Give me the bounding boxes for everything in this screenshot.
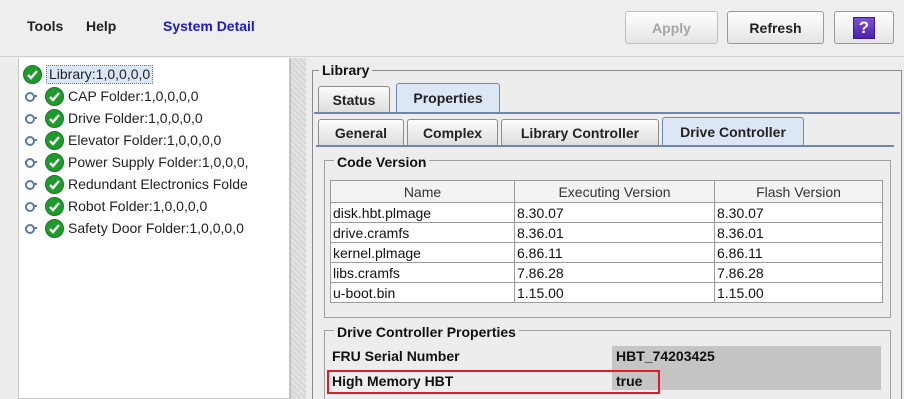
table-row[interactable]: drive.cramfs 8.36.01 8.36.01 <box>330 222 883 243</box>
table-cell: 8.36.01 <box>514 222 715 243</box>
app-window: Tools Help System Detail Apply Refresh ?… <box>0 0 904 399</box>
fru-serial-label: FRU Serial Number <box>332 348 460 364</box>
table-row[interactable]: kernel.plmage 6.86.11 6.86.11 <box>330 242 883 263</box>
tree-expand-handle-icon[interactable] <box>25 134 39 146</box>
table-cell: libs.cramfs <box>330 262 515 283</box>
tree-expand-handle-icon[interactable] <box>25 156 39 168</box>
table-cell: 1.15.00 <box>514 282 715 303</box>
split-pane-divider[interactable] <box>290 58 306 399</box>
tab-general[interactable]: General <box>318 119 404 145</box>
tree-expand-handle-icon[interactable] <box>25 178 39 190</box>
highlight-box <box>327 370 660 394</box>
table-cell: kernel.plmage <box>330 242 515 263</box>
tree-item[interactable]: Drive Folder:1,0,0,0,0 <box>25 108 203 128</box>
tree-root-label: Library:1,0,0,0,0 <box>46 64 154 84</box>
tab-status[interactable]: Status <box>318 86 390 112</box>
tree-item-label: Drive Folder:1,0,0,0,0 <box>68 110 203 126</box>
table-cell: 8.30.07 <box>714 202 883 223</box>
drive-controller-properties-title: Drive Controller Properties <box>334 324 519 340</box>
tab-library-controller[interactable]: Library Controller <box>501 119 659 145</box>
tab-drive-controller[interactable]: Drive Controller <box>662 117 804 146</box>
table-cell: 7.86.28 <box>514 262 715 283</box>
tree-expand-handle-icon[interactable] <box>25 112 39 124</box>
table-cell: disk.hbt.plmage <box>330 202 515 223</box>
tree-item-label: Power Supply Folder:1,0,0,0, <box>68 154 249 170</box>
column-header-executing-version[interactable]: Executing Version <box>514 180 715 203</box>
table-cell: 6.86.11 <box>514 242 715 263</box>
tree-item-label: CAP Folder:1,0,0,0,0 <box>68 88 199 104</box>
fru-serial-row: FRU Serial Number HBT_74203425 <box>330 346 882 366</box>
tab-complex[interactable]: Complex <box>407 119 498 145</box>
table-row[interactable]: u-boot.bin 1.15.00 1.15.00 <box>330 282 883 303</box>
library-group-title: Library <box>319 62 373 78</box>
code-version-title: Code Version <box>334 154 430 170</box>
tab-properties[interactable]: Properties <box>396 83 500 112</box>
refresh-button[interactable]: Refresh <box>727 11 824 44</box>
system-detail-title: System Detail <box>163 18 255 34</box>
tree-item[interactable]: Redundant Electronics Folde <box>25 174 248 194</box>
tree-item-label: Robot Folder:1,0,0,0,0 <box>68 198 208 214</box>
green-check-icon <box>45 174 64 194</box>
green-check-icon <box>45 130 64 150</box>
green-check-icon <box>45 218 64 238</box>
green-check-icon <box>23 64 42 84</box>
table-cell: 7.86.28 <box>714 262 883 283</box>
tree-item-label: Safety Door Folder:1,0,0,0,0 <box>68 220 244 236</box>
table-row[interactable]: libs.cramfs 7.86.28 7.86.28 <box>330 262 883 283</box>
menu-help[interactable]: Help <box>86 18 116 34</box>
code-version-table: Name Executing Version Flash Version dis… <box>330 180 883 303</box>
top-toolbar: Tools Help System Detail Apply Refresh ? <box>0 0 904 57</box>
table-cell: 6.86.11 <box>714 242 883 263</box>
tree-expand-handle-icon[interactable] <box>25 222 39 234</box>
tree-item-label: Redundant Electronics Folde <box>68 176 248 192</box>
column-header-name[interactable]: Name <box>330 180 515 203</box>
tree-root-library[interactable]: Library:1,0,0,0,0 <box>23 64 154 84</box>
tab-underline <box>314 112 900 114</box>
tree-expand-handle-icon[interactable] <box>25 200 39 212</box>
table-cell: drive.cramfs <box>330 222 515 243</box>
menu-tools[interactable]: Tools <box>27 18 63 34</box>
tree-item[interactable]: CAP Folder:1,0,0,0,0 <box>25 86 198 106</box>
green-check-icon <box>45 86 64 106</box>
table-row[interactable]: disk.hbt.plmage 8.30.07 8.30.07 <box>330 202 883 223</box>
tree-item[interactable]: Elevator Folder:1,0,0,0,0 <box>25 130 221 150</box>
tree-item[interactable]: Robot Folder:1,0,0,0,0 <box>25 196 207 216</box>
green-check-icon <box>45 152 64 172</box>
tree-item-label: Elevator Folder:1,0,0,0,0 <box>68 132 222 148</box>
help-button[interactable]: ? <box>834 11 894 44</box>
table-cell: 8.36.01 <box>714 222 883 243</box>
tree-item[interactable]: Power Supply Folder:1,0,0,0, <box>25 152 249 172</box>
apply-button[interactable]: Apply <box>625 11 718 44</box>
fru-serial-value: HBT_74203425 <box>616 348 715 364</box>
table-cell: u-boot.bin <box>330 282 515 303</box>
tree-item[interactable]: Safety Door Folder:1,0,0,0,0 <box>25 218 244 238</box>
subtab-underline <box>316 145 894 147</box>
help-question-icon: ? <box>853 16 875 39</box>
library-tree[interactable]: Library:1,0,0,0,0 CAP Folder:1,0,0,0,0 Dr… <box>18 58 290 399</box>
tree-expand-handle-icon[interactable] <box>25 90 39 102</box>
table-cell: 8.30.07 <box>514 202 715 223</box>
table-cell: 1.15.00 <box>714 282 883 303</box>
green-check-icon <box>45 196 64 216</box>
green-check-icon <box>45 108 64 128</box>
column-header-flash-version[interactable]: Flash Version <box>714 180 883 203</box>
